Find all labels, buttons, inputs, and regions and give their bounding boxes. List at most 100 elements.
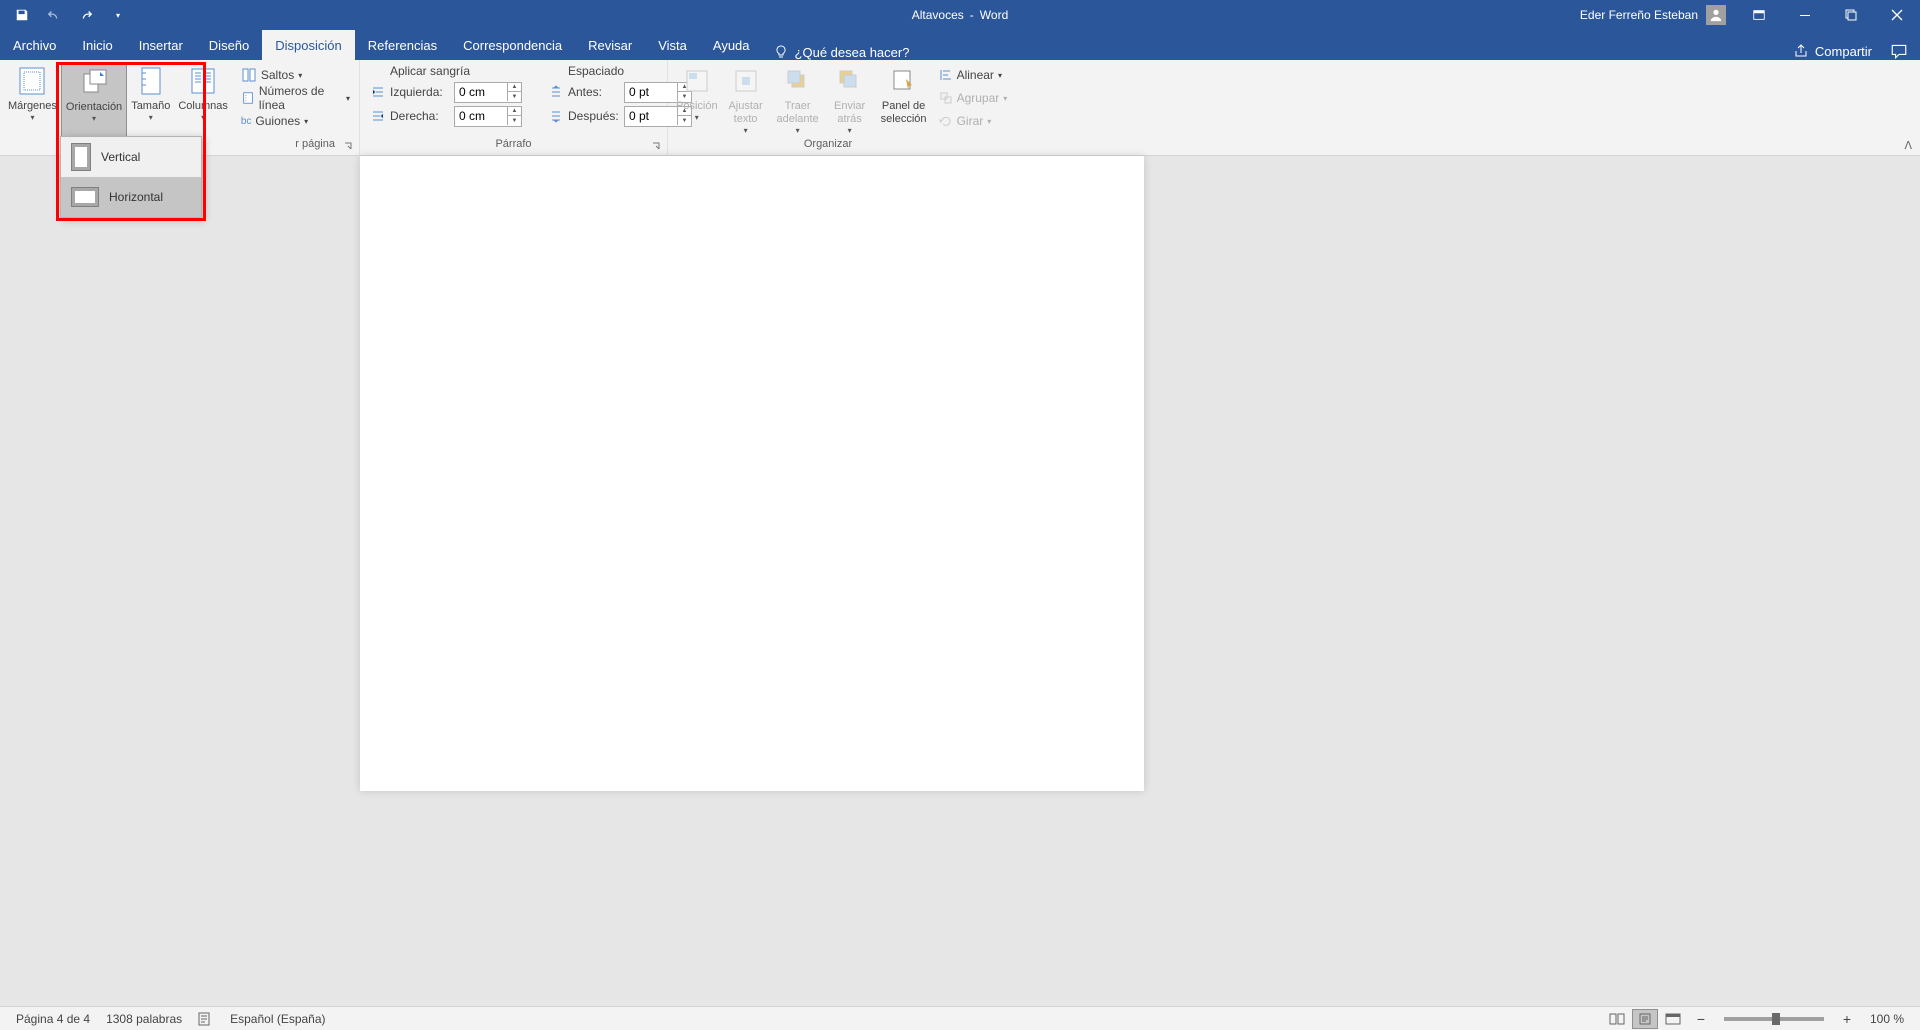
- indent-left-label: Izquierda:: [390, 85, 450, 99]
- wrap-icon: [732, 67, 760, 95]
- document-title: Altavoces: [912, 8, 964, 22]
- paragraph-launcher[interactable]: [651, 141, 663, 153]
- tab-revisar[interactable]: Revisar: [575, 30, 645, 60]
- rotate-icon: [939, 114, 953, 128]
- group-label-arrange: Organizar: [672, 138, 984, 156]
- align-icon: [939, 68, 953, 82]
- orientation-button[interactable]: Orientación ▾: [61, 62, 127, 138]
- ribbon-tabs: Archivo Inicio Insertar Diseño Disposici…: [0, 30, 1920, 60]
- chevron-down-icon: ▾: [149, 113, 153, 122]
- position-icon: [683, 67, 711, 95]
- space-before-label: Antes:: [568, 85, 620, 99]
- collapse-ribbon-button[interactable]: ᐱ: [1904, 139, 1912, 152]
- status-proofing[interactable]: [190, 1012, 222, 1026]
- chevron-down-icon: ▾: [30, 113, 34, 122]
- indent-right-icon: [370, 108, 386, 124]
- close-button[interactable]: [1874, 0, 1920, 30]
- group-label-paragraph: Párrafo: [364, 138, 663, 156]
- align-button[interactable]: Alinear▾: [934, 64, 1013, 86]
- view-web-button[interactable]: [1660, 1009, 1686, 1029]
- group-icon: [939, 91, 953, 105]
- breaks-button[interactable]: Saltos▾: [236, 64, 355, 86]
- comments-button[interactable]: [1890, 42, 1908, 60]
- size-button[interactable]: Tamaño ▾: [127, 62, 174, 138]
- tab-insertar[interactable]: Insertar: [126, 30, 196, 60]
- ribbon-display-button[interactable]: [1736, 0, 1782, 30]
- share-button[interactable]: Compartir: [1793, 43, 1872, 59]
- orientation-horizontal[interactable]: Horizontal: [61, 177, 201, 217]
- selection-pane-button[interactable]: Panel de selección: [874, 62, 934, 138]
- bring-forward-button: Traer adelante▾: [770, 62, 826, 138]
- position-button: Posición▾: [672, 62, 722, 138]
- qat-customize-icon[interactable]: ▾: [106, 3, 130, 27]
- orientation-icon: [78, 66, 110, 98]
- chevron-down-icon: ▾: [92, 114, 96, 123]
- indent-header: Aplicar sangría: [370, 62, 522, 80]
- maximize-button[interactable]: [1828, 0, 1874, 30]
- margins-icon: [16, 65, 48, 97]
- tab-diseno[interactable]: Diseño: [196, 30, 262, 60]
- document-page[interactable]: [360, 156, 1144, 791]
- title-bar: ▾ Altavoces - Word Eder Ferreño Esteban: [0, 0, 1920, 30]
- share-icon: [1793, 43, 1809, 59]
- zoom-in-button[interactable]: +: [1834, 1009, 1860, 1029]
- tell-me-search[interactable]: ¿Qué desea hacer?: [763, 44, 920, 60]
- app-name: Word: [980, 8, 1008, 22]
- wrap-text-button: Ajustar texto▾: [722, 62, 770, 138]
- line-numbers-icon: [241, 90, 255, 106]
- selection-pane-icon: [890, 67, 918, 95]
- send-backward-button: Enviar atrás▾: [826, 62, 874, 138]
- page-setup-launcher[interactable]: [343, 141, 355, 153]
- tab-inicio[interactable]: Inicio: [69, 30, 125, 60]
- orientation-vertical[interactable]: Vertical: [61, 137, 201, 177]
- comment-icon: [1890, 42, 1908, 60]
- tab-correspondencia[interactable]: Correspondencia: [450, 30, 575, 60]
- title-separator: -: [970, 8, 974, 22]
- indent-right-label: Derecha:: [390, 109, 450, 123]
- lightbulb-icon: [773, 44, 789, 60]
- bring-forward-icon: [784, 67, 812, 95]
- tab-disposicion[interactable]: Disposición: [262, 30, 354, 60]
- group-arrange: Posición▾ Ajustar texto▾ Traer adelante▾…: [668, 60, 988, 156]
- hyphenation-button[interactable]: bc Guiones▾: [236, 110, 355, 132]
- status-language[interactable]: Español (España): [222, 1012, 333, 1026]
- space-after-icon: [548, 108, 564, 124]
- status-words[interactable]: 1308 palabras: [98, 1012, 190, 1026]
- size-icon: [135, 65, 167, 97]
- status-page[interactable]: Página 4 de 4: [8, 1012, 98, 1026]
- columns-button[interactable]: Columnas ▾: [174, 62, 232, 138]
- landscape-icon: [71, 187, 99, 207]
- tab-ayuda[interactable]: Ayuda: [700, 30, 763, 60]
- margins-button[interactable]: Márgenes ▾: [4, 62, 61, 138]
- breaks-icon: [241, 67, 257, 83]
- zoom-slider[interactable]: [1724, 1017, 1824, 1021]
- tab-archivo[interactable]: Archivo: [0, 30, 69, 60]
- group-button: Agrupar▾: [934, 87, 1013, 109]
- group-paragraph: Aplicar sangría Izquierda: ▲▼ Derecha: ▲…: [360, 60, 668, 156]
- tab-referencias[interactable]: Referencias: [355, 30, 450, 60]
- space-after-label: Después:: [568, 109, 620, 123]
- view-read-button[interactable]: [1604, 1009, 1630, 1029]
- chevron-down-icon: ▾: [201, 113, 205, 122]
- zoom-out-button[interactable]: −: [1688, 1009, 1714, 1029]
- orientation-dropdown: Vertical Horizontal: [60, 136, 202, 218]
- zoom-level[interactable]: 100 %: [1862, 1012, 1912, 1026]
- line-numbers-button[interactable]: Números de línea▾: [236, 87, 355, 109]
- avatar[interactable]: [1706, 5, 1726, 25]
- indent-right-input[interactable]: ▲▼: [454, 106, 522, 127]
- portrait-icon: [71, 143, 91, 171]
- status-bar: Página 4 de 4 1308 palabras Español (Esp…: [0, 1006, 1920, 1030]
- columns-icon: [187, 65, 219, 97]
- tab-vista[interactable]: Vista: [645, 30, 700, 60]
- proofing-icon: [198, 1012, 214, 1026]
- undo-button[interactable]: [42, 3, 66, 27]
- indent-left-input[interactable]: ▲▼: [454, 82, 522, 103]
- send-back-icon: [836, 67, 864, 95]
- view-print-button[interactable]: [1632, 1009, 1658, 1029]
- minimize-button[interactable]: [1782, 0, 1828, 30]
- user-name[interactable]: Eder Ferreño Esteban: [1580, 8, 1698, 22]
- rotate-button: Girar▾: [934, 110, 1013, 132]
- hyphenation-icon: bc: [241, 116, 252, 127]
- redo-button[interactable]: [74, 3, 98, 27]
- save-button[interactable]: [10, 3, 34, 27]
